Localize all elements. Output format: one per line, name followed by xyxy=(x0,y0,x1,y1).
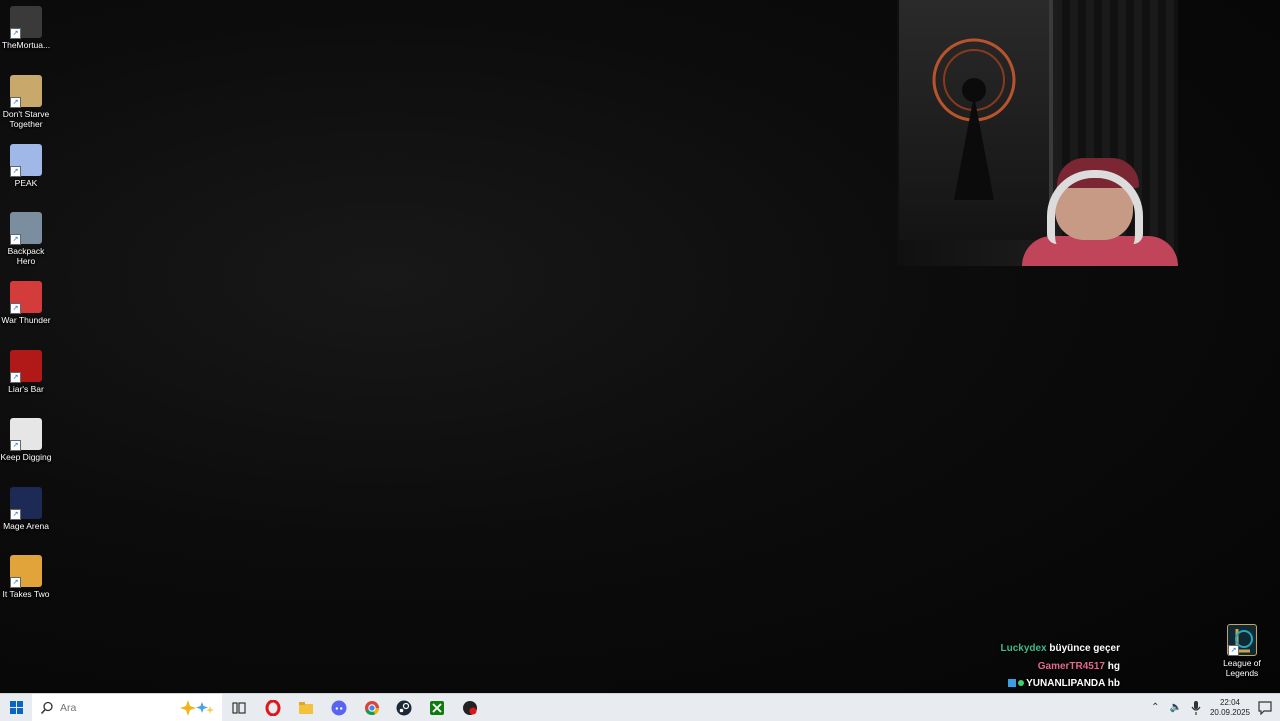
windows-icon xyxy=(9,701,23,714)
desktop-icon-backpack-hero[interactable]: ↗ Backpack Hero xyxy=(0,208,52,266)
chat-overlay: Luckydex büyünce geçer GamerTR4517 hg YUNA… xyxy=(860,640,1120,693)
desktop-icon-it-takes-two[interactable]: ↗ It Takes Two xyxy=(0,551,52,599)
desktop-icon-label: Mage Arena xyxy=(3,521,49,531)
chat-message: GamerTR4517 hg xyxy=(860,658,1120,676)
themortuary-assistant-icon: ↗ xyxy=(10,6,42,39)
chrome-icon xyxy=(365,700,379,715)
shortcut-arrow-icon: ↗ xyxy=(10,97,21,108)
taskbar-app-task-view[interactable] xyxy=(223,694,255,721)
clock-date: 20.09.2025 xyxy=(1209,707,1250,717)
desktop-icon-war-thunder[interactable]: ↗ War Thunder xyxy=(0,277,52,325)
opera-icon xyxy=(265,699,281,716)
liars-bar-icon: ↗ xyxy=(10,350,42,383)
shortcut-arrow-icon: ↗ xyxy=(10,440,21,451)
riot-client-icon xyxy=(463,700,477,715)
desktop-icon-label: Backpack Hero xyxy=(7,246,45,266)
taskbar-app-riot-client[interactable] xyxy=(454,694,486,721)
desktop-icon-liars-bar[interactable]: ↗ Liar's Bar xyxy=(0,346,52,394)
microphone-icon[interactable] xyxy=(1191,700,1201,715)
mage-arena-icon: ↗ xyxy=(10,487,42,520)
shortcut-arrow-icon: ↗ xyxy=(10,372,21,383)
status-dot-icon xyxy=(1018,680,1025,687)
shortcut-arrow-icon: ↗ xyxy=(10,166,21,177)
chat-username: Luckydex xyxy=(1000,643,1047,654)
chat-message: Luckydex büyünce geçer xyxy=(860,640,1120,658)
chat-text: hb xyxy=(1107,678,1120,689)
desktop-icon-label: Keep Digging xyxy=(0,452,52,462)
shortcut-arrow-icon: ↗ xyxy=(10,577,21,588)
league-of-legends-icon: ↗ xyxy=(1227,624,1257,656)
system-tray: ⌃ 🔈 22:04 20.09.2025 xyxy=(1145,694,1280,721)
chevron-up-icon[interactable]: ⌃ xyxy=(1151,702,1159,713)
clock[interactable]: 22:04 20.09.2025 xyxy=(1210,698,1250,718)
shortcut-arrow-icon: ↗ xyxy=(10,509,21,520)
desktop-icon-label: It Takes Two xyxy=(2,589,50,599)
webcam-overlay xyxy=(897,0,1178,266)
taskbar: ⌃ 🔈 22:04 20.09.2025 xyxy=(0,693,1280,721)
taskbar-app-xbox[interactable] xyxy=(421,694,453,721)
desktop-icon-mage-arena[interactable]: ↗ Mage Arena xyxy=(0,483,52,531)
dont-starve-together-icon: ↗ xyxy=(10,75,42,108)
task-view-icon xyxy=(232,701,246,714)
desktop: ↗ TheMortua... ↗ Don't Starve Together ↗ PEAK… xyxy=(0,0,1280,693)
keep-digging-icon: ↗ xyxy=(10,418,42,451)
steam-icon xyxy=(396,700,412,715)
it-takes-two-icon: ↗ xyxy=(10,555,42,588)
subscriber-badge-icon xyxy=(1008,679,1017,688)
taskbar-app-opera[interactable] xyxy=(257,694,289,721)
search-input[interactable] xyxy=(58,700,172,715)
wall-poster xyxy=(899,0,1053,240)
shortcut-arrow-icon: ↗ xyxy=(10,303,21,314)
desktop-icon-peak[interactable]: ↗ PEAK xyxy=(0,140,52,188)
volume-icon[interactable]: 🔈 xyxy=(1170,702,1182,713)
discord-icon xyxy=(331,700,347,715)
shortcut-arrow-icon: ↗ xyxy=(10,28,21,39)
backpack-hero-icon: ↗ xyxy=(10,212,42,245)
taskbar-app-steam[interactable] xyxy=(388,694,420,721)
chat-text: büyünce geçer xyxy=(1049,643,1120,654)
notifications-icon[interactable] xyxy=(1258,700,1272,715)
desktop-icon-label: Liar's Bar xyxy=(8,384,44,394)
chat-text: hg xyxy=(1107,660,1120,672)
taskbar-app-file-explorer[interactable] xyxy=(290,694,322,721)
chat-message: YUNANLIPANDA hb xyxy=(860,675,1120,693)
taskbar-app-discord[interactable] xyxy=(323,694,355,721)
desktop-icon-label: PEAK xyxy=(14,178,38,188)
taskbar-search[interactable] xyxy=(32,694,222,721)
peak-icon: ↗ xyxy=(10,144,42,177)
desktop-icon-league-of-legends[interactable]: ↗ League of Legends xyxy=(1218,620,1266,678)
search-icon xyxy=(40,701,53,714)
file-explorer-icon xyxy=(299,701,313,714)
chat-username: YUNANLIPANDA xyxy=(1026,678,1105,689)
xbox-icon xyxy=(430,700,444,715)
search-highlight-icon xyxy=(180,699,214,716)
desktop-icon-label: Don't Starve Together xyxy=(2,109,50,129)
desktop-icon-dont-starve-together[interactable]: ↗ Don't Starve Together xyxy=(0,71,52,129)
chat-username: GamerTR4517 xyxy=(1037,660,1105,672)
desktop-icon-label: TheMortua... xyxy=(1,40,51,50)
taskbar-app-chrome[interactable] xyxy=(356,694,388,721)
desktop-icon-label: War Thunder xyxy=(1,315,51,325)
start-button[interactable] xyxy=(0,694,32,721)
war-thunder-icon: ↗ xyxy=(10,281,42,314)
desktop-icon-keep-digging[interactable]: ↗ Keep Digging xyxy=(0,414,52,462)
clock-time: 22:04 xyxy=(1219,697,1240,707)
desktop-icon-themortuary-assistant[interactable]: ↗ TheMortua... xyxy=(0,2,52,50)
shortcut-arrow-icon: ↗ xyxy=(10,234,21,245)
desktop-icon-label: League of Legends xyxy=(1223,658,1261,678)
